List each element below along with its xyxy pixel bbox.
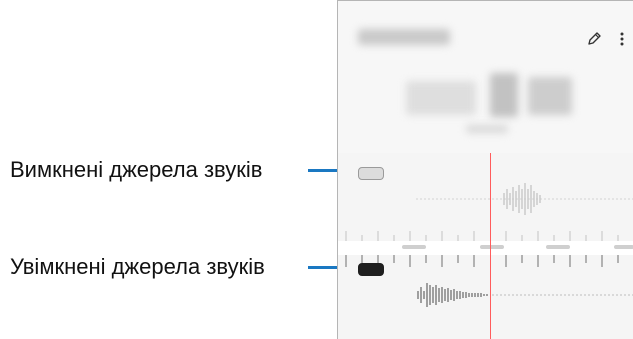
muted-track-toggle[interactable] [358, 167, 384, 180]
muted-track-waveform [345, 183, 633, 241]
unmuted-sources-label: Увімкнені джерела звуків [10, 254, 265, 279]
unmuted-track-toggle[interactable] [358, 263, 384, 276]
recording-header [338, 1, 633, 153]
pencil-icon[interactable] [584, 29, 604, 49]
more-vertical-icon[interactable] [612, 29, 632, 49]
phone-screen [337, 0, 633, 339]
muted-sources-label: Вимкнені джерела звуків [10, 157, 263, 182]
timer-blurred [490, 73, 518, 117]
timer-blurred [406, 81, 476, 115]
timer-blurred [528, 77, 572, 115]
timeline-ruler [338, 241, 633, 255]
recording-title-blurred [358, 29, 450, 45]
timer-subtext-blurred [466, 125, 508, 133]
playhead-line[interactable] [490, 153, 491, 339]
